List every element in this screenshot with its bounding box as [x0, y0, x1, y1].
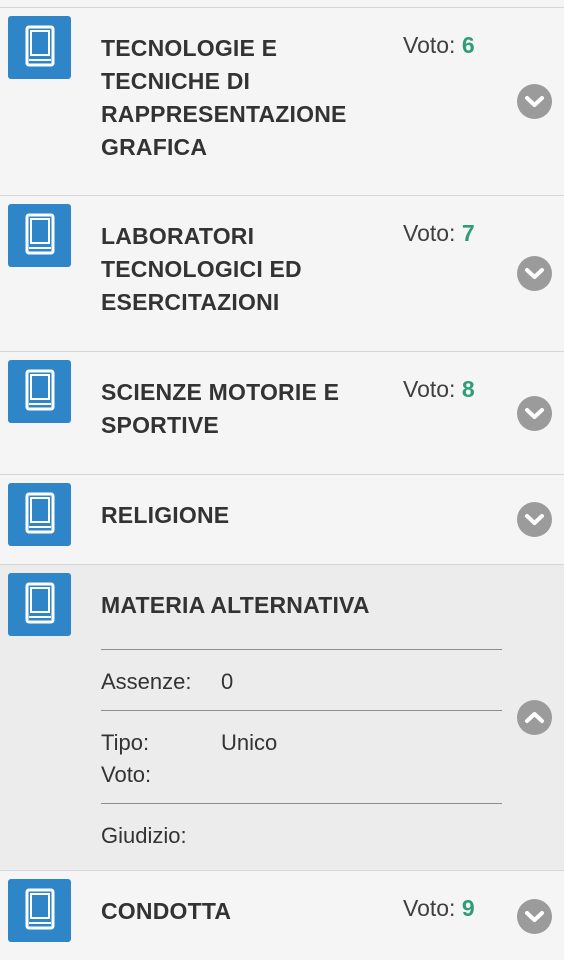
grade-label: Voto: [403, 32, 456, 58]
book-icon [8, 204, 71, 267]
grade-display: Voto: 8 [403, 376, 475, 403]
book-icon [8, 360, 71, 423]
grade-value: 9 [461, 895, 475, 921]
chevron-down-icon[interactable] [517, 256, 552, 291]
type-label-vote: Voto: [101, 762, 152, 787]
grade-display: Voto: 6 [403, 32, 475, 59]
chevron-up-icon[interactable] [517, 700, 552, 735]
book-icon [8, 879, 71, 942]
subject-row[interactable]: CONDOTTA Voto: 9 [0, 871, 564, 960]
subject-name: LABORATORI TECNOLOGICI ED ESERCITAZIONI [101, 223, 302, 315]
subject-row[interactable]: LABORATORI TECNOLOGICI ED ESERCITAZIONI … [0, 196, 564, 352]
chevron-down-icon[interactable] [517, 502, 552, 537]
subject-row[interactable]: RELIGIONE [0, 475, 564, 565]
subject-name: CONDOTTA [101, 898, 232, 924]
judgment-label: Giudizio: [101, 823, 187, 848]
type-label: Tipo: [101, 730, 150, 755]
subject-name: RELIGIONE [101, 502, 230, 528]
grade-value: 8 [461, 376, 475, 402]
subject-name: MATERIA ALTERNATIVA [101, 592, 370, 618]
grade-value: 7 [461, 220, 475, 246]
book-icon [8, 573, 71, 636]
chevron-down-icon[interactable] [517, 899, 552, 934]
absences-label: Assenze: [101, 669, 192, 694]
subject-name: TECNOLOGIE E TECNICHE DI RAPPRESENTAZION… [101, 35, 347, 160]
book-icon [8, 16, 71, 79]
detail-divider [101, 803, 502, 804]
detail-divider [101, 710, 502, 711]
chevron-down-icon[interactable] [517, 396, 552, 431]
grade-label: Voto: [403, 220, 456, 246]
grade-display: Voto: 7 [403, 220, 475, 247]
type-value: Unico [221, 730, 278, 755]
grade-label: Voto: [403, 895, 456, 921]
chevron-down-icon[interactable] [517, 84, 552, 119]
subject-row[interactable]: SCIENZE MOTORIE E SPORTIVE Voto: 8 [0, 352, 564, 475]
subject-row[interactable]: TECNOLOGIE E TECNICHE DI RAPPRESENTAZION… [0, 8, 564, 196]
detail-divider [101, 649, 502, 650]
subject-row-expanded[interactable]: MATERIA ALTERNATIVA Assenze: 0 Tipo: Vot… [0, 565, 564, 871]
subject-name: SCIENZE MOTORIE E SPORTIVE [101, 379, 340, 438]
grade-label: Voto: [403, 376, 456, 402]
book-icon [8, 483, 71, 546]
grade-display: Voto: 9 [403, 895, 475, 922]
grade-value: 6 [461, 32, 475, 58]
absences-value: 0 [221, 669, 234, 694]
